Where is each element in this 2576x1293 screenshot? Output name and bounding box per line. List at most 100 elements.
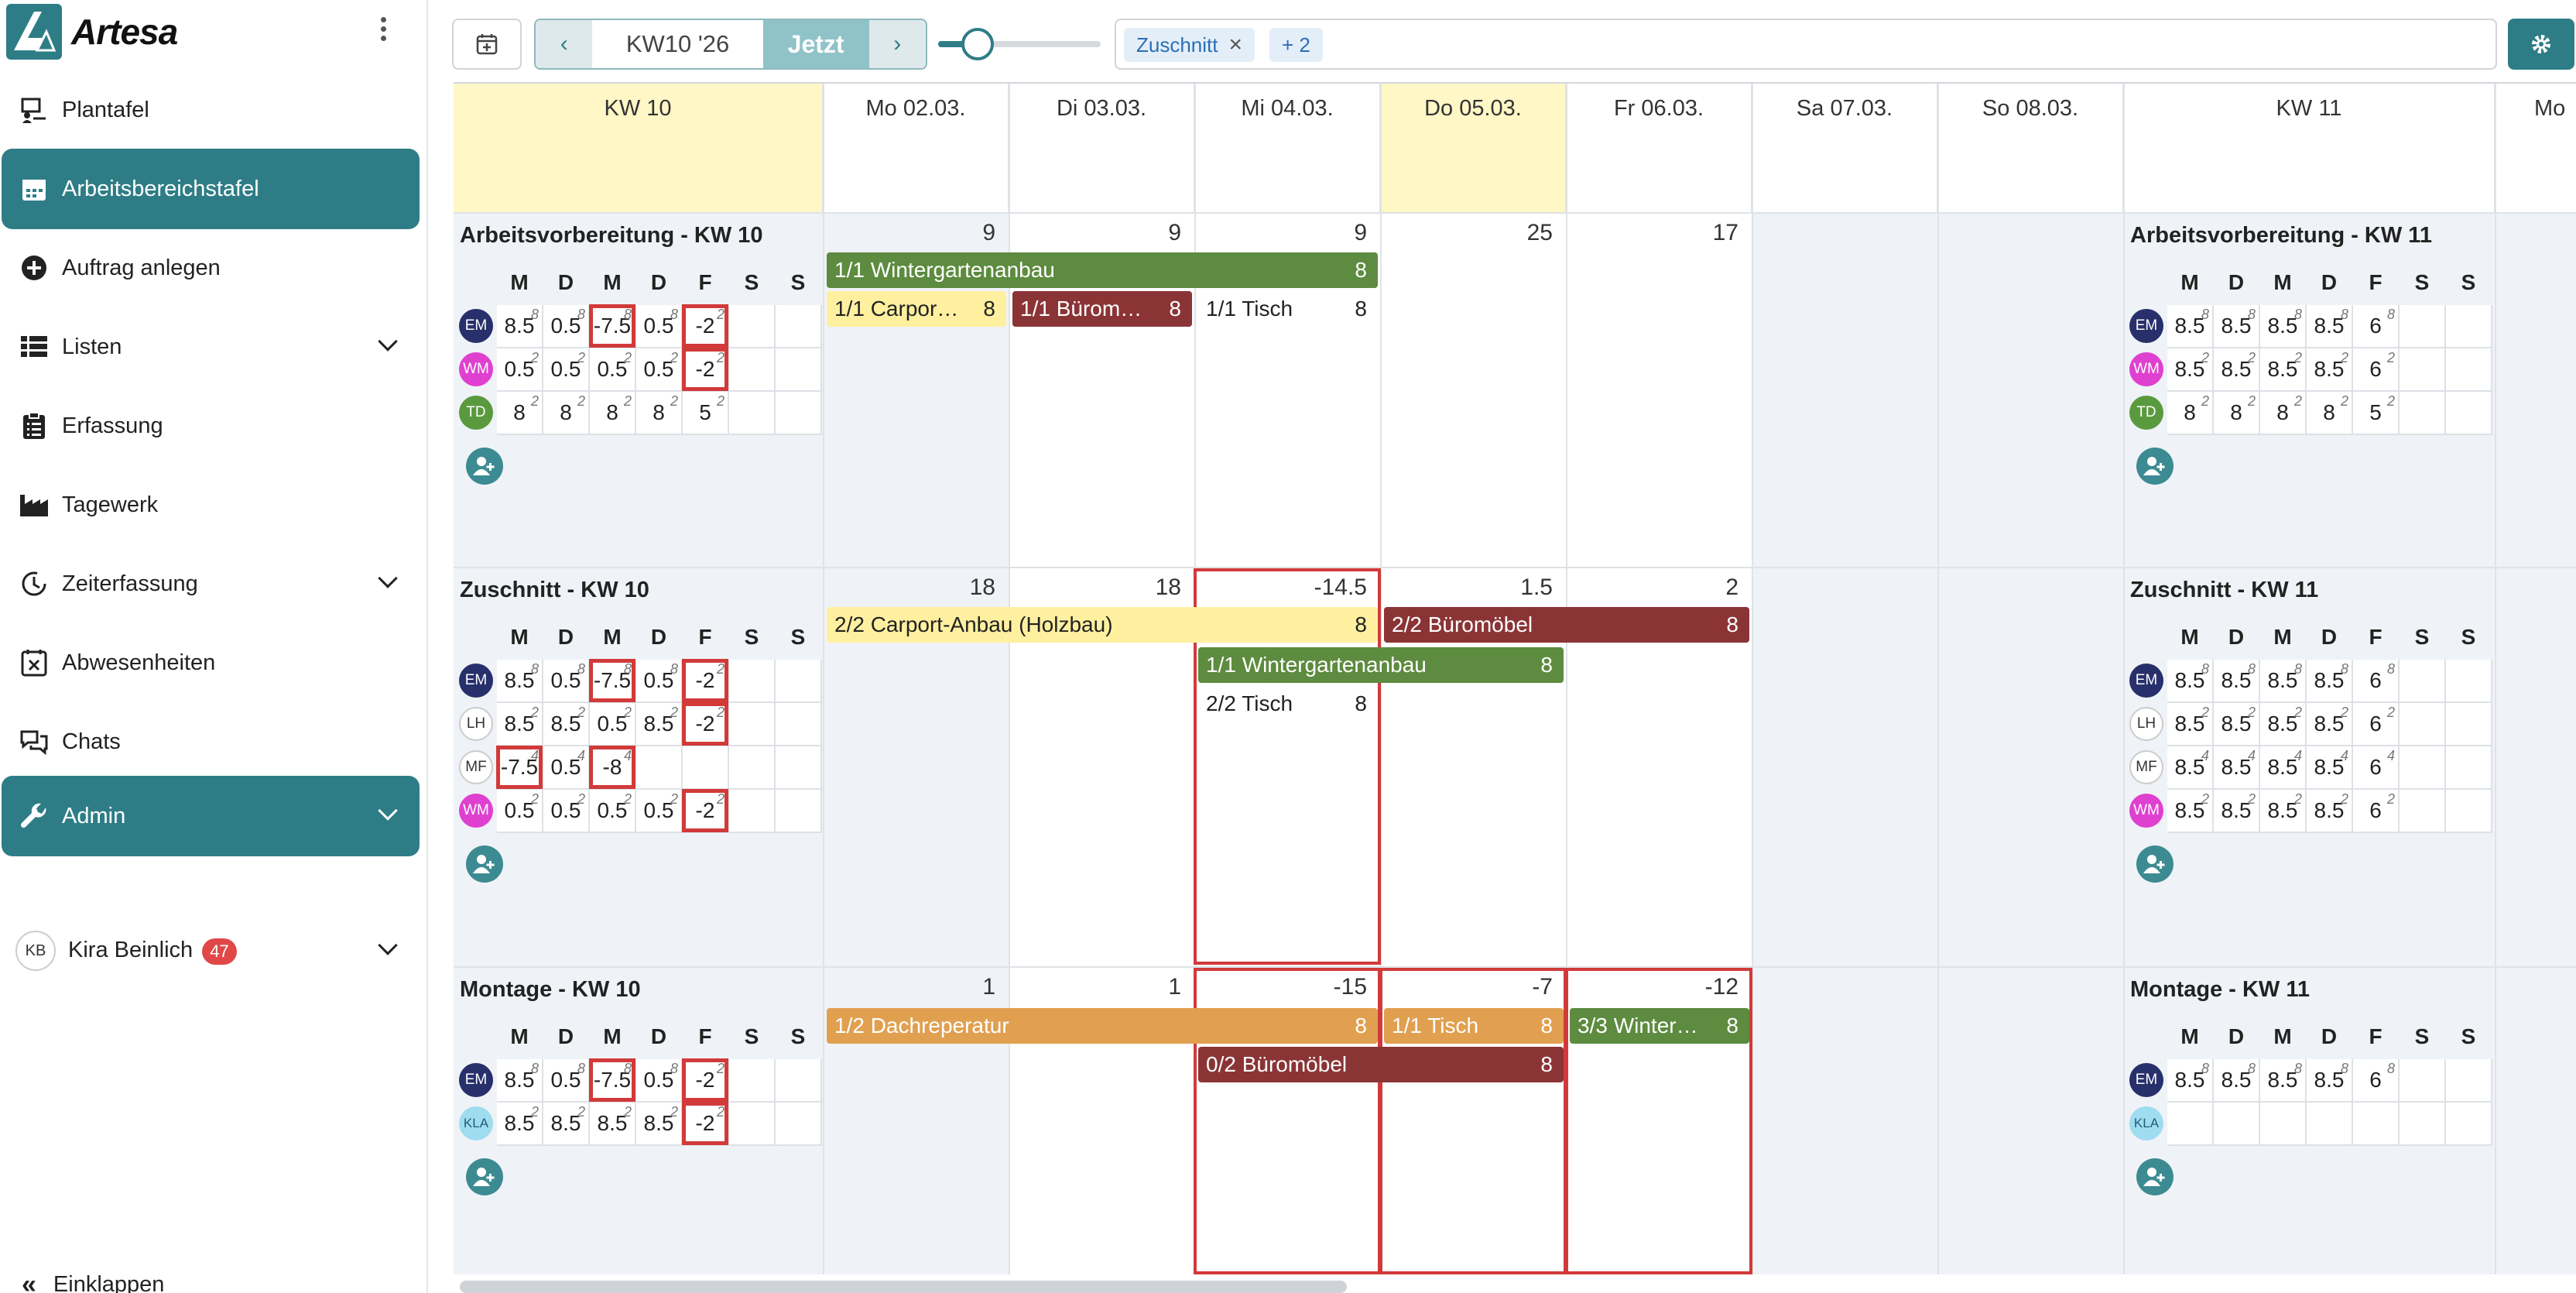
capacity-cell[interactable]: [2398, 304, 2446, 348]
capacity-cell[interactable]: [728, 701, 776, 746]
capacity-cell[interactable]: 82: [2212, 390, 2260, 435]
capacity-cell[interactable]: 0.5 8: [635, 304, 683, 348]
capacity-cell[interactable]: [2305, 1101, 2353, 1146]
capacity-cell[interactable]: -2 2: [681, 1101, 729, 1146]
capacity-cell[interactable]: [774, 658, 822, 703]
capacity-cell[interactable]: [728, 390, 776, 435]
capacity-cell[interactable]: 0.5 2: [588, 347, 636, 392]
capacity-cell[interactable]: -2 2: [681, 658, 729, 703]
app-logo[interactable]: Artesa: [6, 4, 178, 60]
employee-avatar[interactable]: LH: [2129, 707, 2163, 741]
close-icon[interactable]: ×: [1229, 32, 1243, 58]
capacity-cell[interactable]: -2 2: [681, 304, 729, 348]
capacity-cell[interactable]: 0.5 2: [495, 347, 543, 392]
capacity-cell[interactable]: [774, 304, 822, 348]
employee-avatar[interactable]: WM: [459, 794, 493, 828]
capacity-cell[interactable]: 0.5 8: [635, 658, 683, 703]
current-week-label[interactable]: KW10 '26: [592, 20, 763, 68]
capacity-cell[interactable]: [728, 658, 776, 703]
employee-avatar[interactable]: EM: [2129, 309, 2163, 343]
capacity-cell[interactable]: 8.5 8: [2166, 304, 2214, 348]
capacity-cell[interactable]: [728, 1058, 776, 1103]
capacity-cell[interactable]: 82: [2305, 390, 2353, 435]
nav-item-tagewerk[interactable]: Tagewerk: [2, 465, 420, 545]
slider-handle[interactable]: [961, 28, 994, 60]
capacity-cell[interactable]: 62: [2352, 701, 2400, 746]
capacity-cell[interactable]: 68: [2352, 658, 2400, 703]
capacity-cell[interactable]: 8.5 2: [635, 701, 683, 746]
capacity-cell[interactable]: 8.5 2: [2259, 788, 2307, 833]
capacity-cell[interactable]: [2444, 1101, 2492, 1146]
capacity-cell[interactable]: [2444, 788, 2492, 833]
capacity-cell[interactable]: 0.5 8: [635, 1058, 683, 1103]
capacity-cell[interactable]: [2352, 1101, 2400, 1146]
capacity-cell[interactable]: 0.5 8: [542, 304, 590, 348]
horizontal-scrollbar[interactable]: [460, 1281, 1347, 1293]
capacity-cell[interactable]: 82: [2166, 390, 2214, 435]
task-bar[interactable]: 0/2 Büromöbel 8: [1198, 1047, 1564, 1082]
capacity-cell[interactable]: 82: [495, 390, 543, 435]
employee-avatar[interactable]: KLA: [459, 1106, 493, 1140]
capacity-cell[interactable]: 52: [681, 390, 729, 435]
user-menu[interactable]: KB Kira Beinlich 47: [2, 911, 420, 991]
capacity-cell[interactable]: 8.5 2: [2259, 701, 2307, 746]
employee-avatar[interactable]: EM: [459, 309, 493, 343]
capacity-cell[interactable]: 8.5 4: [2166, 745, 2214, 790]
task-bar[interactable]: 1/1 Büromöbel 8: [1012, 291, 1192, 327]
capacity-cell[interactable]: 0.5 2: [588, 788, 636, 833]
capacity-cell[interactable]: 0.5 2: [542, 347, 590, 392]
employee-avatar[interactable]: WM: [459, 352, 493, 386]
capacity-cell[interactable]: [728, 1101, 776, 1146]
capacity-cell[interactable]: [2444, 304, 2492, 348]
next-week-button[interactable]: ›: [868, 20, 926, 68]
capacity-cell[interactable]: -2 2: [681, 1058, 729, 1103]
capacity-cell[interactable]: 0.5 4: [542, 745, 590, 790]
capacity-cell[interactable]: 8.5 8: [2212, 1058, 2260, 1103]
nav-item-auftrag-anlegen[interactable]: Auftrag anlegen: [2, 228, 420, 308]
capacity-cell[interactable]: [2444, 745, 2492, 790]
task-bar[interactable]: 1/1 Tisch 8: [1384, 1008, 1564, 1044]
date-picker-button[interactable]: [452, 19, 522, 70]
capacity-cell[interactable]: [728, 304, 776, 348]
capacity-cell[interactable]: 8.5 8: [495, 658, 543, 703]
capacity-cell[interactable]: -7.5 8: [588, 304, 636, 348]
more-menu-icon[interactable]: [378, 17, 389, 45]
employee-avatar[interactable]: WM: [2129, 794, 2163, 828]
task-bar[interactable]: 3/3 Wintergartenanbau 8: [1570, 1008, 1749, 1044]
employee-avatar[interactable]: MF: [459, 750, 493, 784]
capacity-cell[interactable]: [2398, 1058, 2446, 1103]
capacity-cell[interactable]: 8.5 8: [495, 1058, 543, 1103]
employee-avatar[interactable]: KLA: [2129, 1106, 2163, 1140]
nav-item-abwesenheiten[interactable]: Abwesenheiten: [2, 622, 420, 703]
capacity-cell[interactable]: [2398, 788, 2446, 833]
capacity-cell[interactable]: 8.5 2: [2259, 347, 2307, 392]
capacity-cell[interactable]: [2398, 390, 2446, 435]
capacity-cell[interactable]: 8.5 4: [2305, 745, 2353, 790]
capacity-cell[interactable]: [2398, 658, 2446, 703]
capacity-cell[interactable]: 82: [542, 390, 590, 435]
zoom-slider[interactable]: [938, 26, 1101, 62]
today-button[interactable]: Jetzt: [762, 20, 869, 68]
capacity-cell[interactable]: 0.5 8: [542, 658, 590, 703]
capacity-cell[interactable]: 8.5 8: [2305, 304, 2353, 348]
capacity-cell[interactable]: [774, 1101, 822, 1146]
capacity-cell[interactable]: [728, 788, 776, 833]
add-employee-button[interactable]: [466, 845, 503, 883]
capacity-cell[interactable]: -7.5 4: [495, 745, 543, 790]
capacity-cell[interactable]: 8.5 2: [2305, 788, 2353, 833]
capacity-cell[interactable]: [2444, 701, 2492, 746]
capacity-cell[interactable]: 8.5 2: [588, 1101, 636, 1146]
capacity-cell[interactable]: [2166, 1101, 2214, 1146]
settings-button[interactable]: [2508, 19, 2574, 70]
capacity-cell[interactable]: 0.5 2: [635, 788, 683, 833]
capacity-cell[interactable]: 64: [2352, 745, 2400, 790]
employee-avatar[interactable]: EM: [459, 664, 493, 698]
nav-item-listen[interactable]: Listen: [2, 307, 420, 387]
capacity-cell[interactable]: 82: [635, 390, 683, 435]
capacity-cell[interactable]: [635, 745, 683, 790]
capacity-cell[interactable]: [2444, 347, 2492, 392]
capacity-cell[interactable]: 0.5 2: [542, 788, 590, 833]
task-bar[interactable]: 2/2 Tisch 8: [1198, 686, 1378, 722]
capacity-cell[interactable]: -7.5 8: [588, 1058, 636, 1103]
task-bar[interactable]: 1/1 Tisch 8: [1198, 291, 1378, 327]
